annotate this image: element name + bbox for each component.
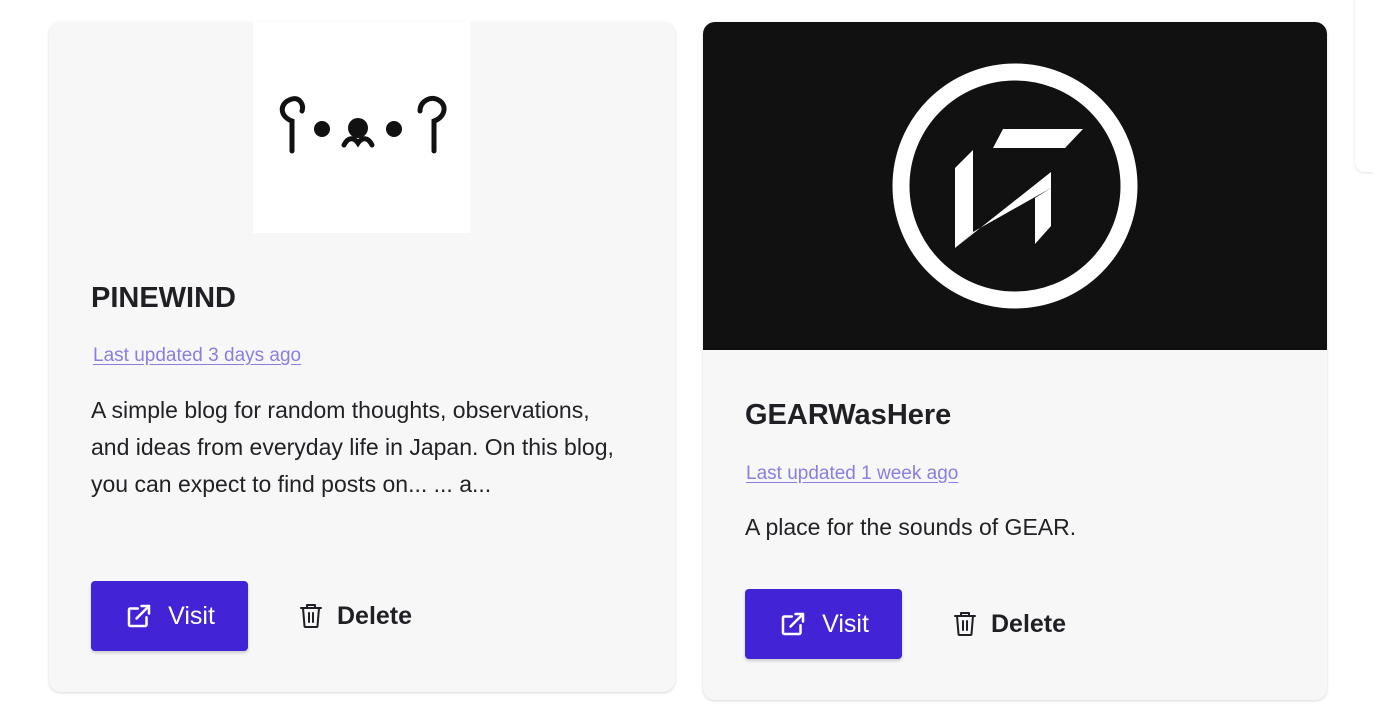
- external-link-icon: [124, 601, 154, 631]
- last-updated-link[interactable]: Last updated 3 days ago: [93, 345, 301, 367]
- blog-title: PINEWIND: [91, 282, 236, 314]
- delete-label: Delete: [337, 601, 413, 630]
- blog-thumbnail: [703, 22, 1327, 350]
- blog-description: A simple blog for random thoughts, obser…: [91, 397, 614, 497]
- trash-icon: [299, 603, 323, 629]
- visit-button[interactable]: Visit: [91, 581, 248, 651]
- visit-button[interactable]: Visit: [745, 589, 902, 659]
- delete-button[interactable]: Delete: [947, 589, 1072, 659]
- delete-label: Delete: [991, 609, 1067, 638]
- trash-icon: [953, 611, 977, 637]
- last-updated-link[interactable]: Last updated 1 week ago: [746, 463, 958, 485]
- blog-thumbnail: [253, 22, 470, 233]
- blog-title: GEARWasHere: [745, 399, 952, 431]
- blog-card-gearwashere: GEARWasHere Last updated 1 week ago A pl…: [703, 22, 1327, 700]
- delete-button[interactable]: Delete: [293, 581, 418, 651]
- bear-face-icon: [279, 95, 446, 153]
- blog-description: A place for the sounds of GEAR.: [745, 514, 1077, 540]
- side-panel-edge: [1355, 0, 1373, 172]
- visit-label: Visit: [822, 609, 869, 638]
- gear-logo-icon: [892, 63, 1138, 309]
- visit-label: Visit: [168, 601, 215, 630]
- blog-card-pinewind: PINEWIND Last updated 3 days ago A simpl…: [49, 22, 675, 692]
- external-link-icon: [778, 609, 808, 639]
